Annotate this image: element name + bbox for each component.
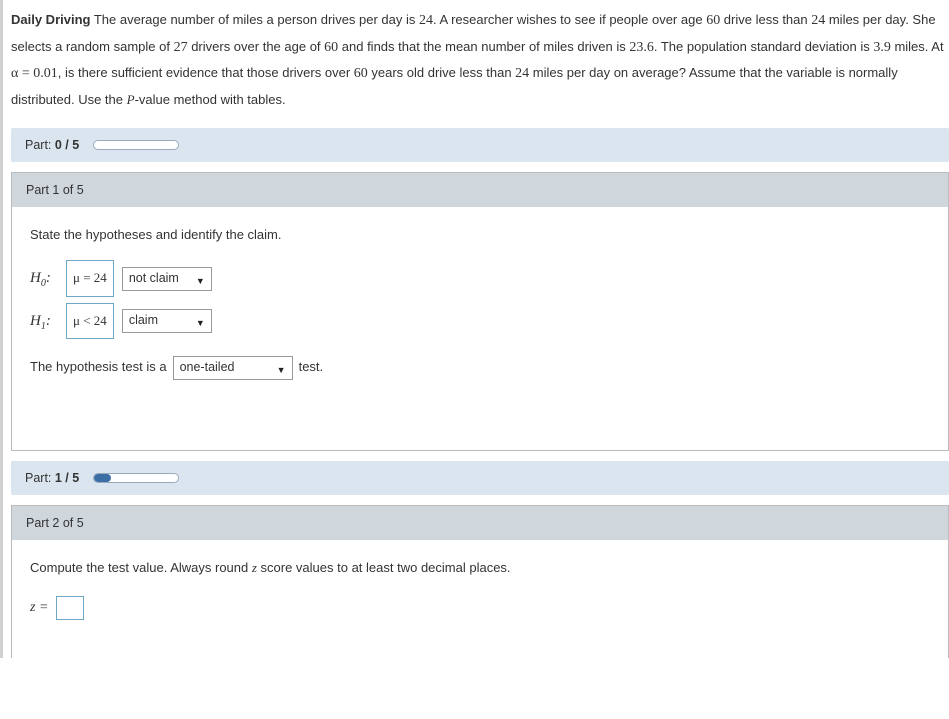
problem-statement: Daily Driving The average number of mile… — [11, 8, 949, 112]
problem-title: Daily Driving — [11, 12, 90, 27]
part-1-panel: Part 1 of 5 State the hypotheses and ide… — [11, 172, 949, 451]
h1-expression-input[interactable]: μ < 24 — [66, 303, 114, 340]
progress-track-1 — [93, 473, 179, 483]
z-label: z = — [30, 593, 48, 624]
part-2-header: Part 2 of 5 — [12, 506, 948, 540]
part-1-instruction: State the hypotheses and identify the cl… — [30, 225, 930, 246]
tail-sentence-pre: The hypothesis test is a — [30, 353, 167, 382]
h0-claim-select[interactable]: not claim — [122, 267, 212, 291]
h0-row: H0: μ = 24 not claim — [30, 260, 930, 297]
part-1-body: State the hypotheses and identify the cl… — [12, 207, 948, 450]
part-1-header: Part 1 of 5 — [12, 173, 948, 207]
tail-sentence: The hypothesis test is a one-tailed test… — [30, 353, 930, 382]
tail-sentence-post: test. — [299, 353, 324, 382]
progress-label-1: Part: 1 / 5 — [25, 471, 79, 485]
part-2-instruction: Compute the test value. Always round z s… — [30, 558, 930, 579]
progress-bar-0: Part: 0 / 5 — [11, 128, 949, 162]
h0-label: H0: — [30, 262, 58, 295]
h1-label: H1: — [30, 305, 58, 338]
progress-label-0: Part: 0 / 5 — [25, 138, 79, 152]
h0-expression-input[interactable]: μ = 24 — [66, 260, 114, 297]
h1-row: H1: μ < 24 claim — [30, 303, 930, 340]
h1-claim-select[interactable]: claim — [122, 309, 212, 333]
progress-bar-1: Part: 1 / 5 — [11, 461, 949, 495]
part-2-body: Compute the test value. Always round z s… — [12, 540, 948, 658]
z-value-input[interactable] — [56, 596, 84, 620]
z-row: z = — [30, 593, 930, 624]
progress-track-0 — [93, 140, 179, 150]
progress-fill-1 — [94, 474, 111, 482]
tail-select[interactable]: one-tailed — [173, 356, 293, 380]
part-2-panel: Part 2 of 5 Compute the test value. Alwa… — [11, 505, 949, 658]
